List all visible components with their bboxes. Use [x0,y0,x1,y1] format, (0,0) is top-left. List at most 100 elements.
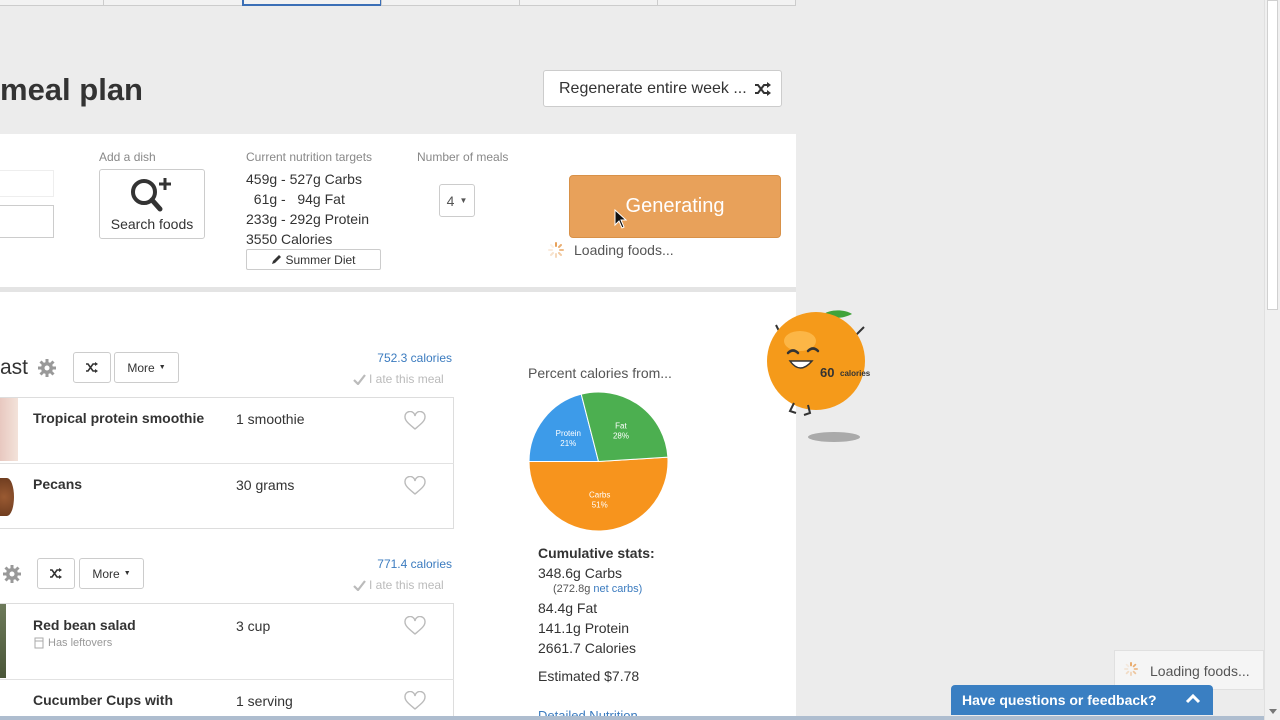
food-row[interactable]: Cucumber Cups with 1 serving [0,679,454,719]
spinner-icon [1124,662,1138,676]
tab-2[interactable] [103,0,243,6]
ate-meal-toggle[interactable]: I ate this meal [353,372,444,386]
pie-value-fat: 28% [613,432,629,441]
caret-down-icon: ▼ [459,196,468,205]
meal-title-breakfast: ast [0,356,29,379]
orange-mascot-icon: 60 calories [767,310,871,442]
page-scrollbar[interactable] [1264,0,1280,720]
more-label: More [127,360,155,375]
partial-field-1[interactable] [0,170,54,197]
generate-label: Generating [625,195,725,217]
top-tabs [0,0,796,7]
heart-icon[interactable] [404,616,426,636]
stat-fat: 84.4g Fat [538,600,598,616]
caret-down-icon: ▼ [123,570,131,577]
net-carbs-value: (272.8g [553,583,591,595]
more-dropdown[interactable]: More ▼ [79,558,144,589]
heart-icon[interactable] [404,411,426,431]
heart-icon[interactable] [404,476,426,496]
meals-count-select[interactable]: 4 ▼ [439,184,475,217]
chevron-up-icon [1185,693,1201,704]
add-dish-label: Add a dish [99,150,156,164]
toast-loading-text: Loading foods... [1150,663,1250,679]
mascot-calorie-unit: calories [840,369,871,378]
food-row[interactable]: Pecans 30 grams [0,463,454,529]
bottom-strip [0,716,1264,720]
loading-foods-text: Loading foods... [574,242,674,258]
check-icon [353,373,366,385]
mouse-cursor-icon [614,209,628,229]
feedback-widget[interactable]: Have questions or feedback? [951,685,1213,715]
shuffle-meal-button[interactable] [73,352,111,383]
meal-calories-link[interactable]: 771.4 calories [352,557,452,571]
regenerate-label: Regenerate entire week ... [559,79,747,97]
leftovers-note: Has leftovers [34,637,112,649]
net-carbs-link[interactable]: net carbs) [593,583,642,595]
food-row[interactable]: Tropical protein smoothie 1 smoothie [0,397,454,463]
partial-field-2[interactable] [0,205,54,238]
food-thumbnail [0,398,18,461]
gear-icon[interactable] [3,565,21,583]
food-name[interactable]: Cucumber Cups with [33,692,173,708]
diet-edit-button[interactable]: Summer Diet [246,249,381,270]
meals-count-value: 4 [446,192,455,209]
meals-count-label: Number of meals [417,150,509,164]
pie-label-protein: Protein [556,429,581,438]
spinner-icon [548,242,564,258]
ate-meal-toggle[interactable]: I ate this meal [353,578,444,592]
feedback-label: Have questions or feedback? [962,692,1157,708]
scroll-thumb[interactable] [1267,0,1278,310]
tab-6[interactable] [657,0,796,6]
targets-label: Current nutrition targets [246,150,373,164]
pie-value-protein: 21% [560,439,576,448]
tab-active[interactable] [242,0,382,6]
mascot-calorie-value: 60 [820,365,834,380]
food-name[interactable]: Red bean salad [33,617,136,633]
search-foods-button[interactable]: Search foods [99,169,205,239]
net-carbs-note: (272.8g net carbs) [553,583,642,595]
food-thumbnail [0,478,14,516]
target-fat: 61g - 94g Fat [246,191,345,207]
food-name[interactable]: Tropical protein smoothie [33,410,204,426]
cumulative-stats-heading: Cumulative stats: [538,545,655,561]
pencil-icon [272,255,282,264]
gear-icon[interactable] [38,359,56,377]
tab-4[interactable] [381,0,520,6]
leftovers-label: Has leftovers [48,637,113,649]
target-carbs: 459g - 527g Carbs [246,171,362,187]
page-title: meal plan [0,72,143,107]
stat-carbs: 348.6g Carbs [538,565,623,581]
tab-5[interactable] [519,0,658,6]
tab-1[interactable] [0,0,104,6]
heart-icon[interactable] [404,691,426,711]
meal-calories-link[interactable]: 752.3 calories [352,351,452,365]
search-foods-label: Search foods [110,216,194,232]
food-quantity[interactable]: 1 smoothie [236,411,304,427]
generate-button[interactable]: Generating [569,175,781,238]
container-icon [34,637,44,649]
estimated-cost: Estimated $7.78 [538,668,640,684]
ate-meal-label: I ate this meal [369,578,444,592]
target-protein: 233g - 292g Protein [246,211,369,227]
food-quantity[interactable]: 3 cup [236,618,270,634]
more-dropdown[interactable]: More ▼ [114,352,179,383]
food-quantity[interactable]: 1 serving [236,693,293,709]
shuffle-icon [85,362,98,373]
percent-calories-label: Percent calories from... [528,365,672,381]
food-row[interactable]: Red bean salad Has leftovers 3 cup [0,603,454,679]
scroll-down-arrow[interactable] [1269,709,1277,714]
loading-toast: Loading foods... [1114,650,1264,690]
macro-pie-chart: Carbs51% Protein21% Fat28% [528,391,669,532]
stat-protein: 141.1g Protein [538,620,630,636]
shuffle-meal-button[interactable] [37,558,75,589]
food-thumbnail [0,604,6,678]
shuffle-icon [49,568,62,579]
regenerate-week-button[interactable]: Regenerate entire week ... [543,70,782,107]
food-quantity[interactable]: 30 grams [236,477,294,493]
pie-label-fat: Fat [615,422,627,431]
diet-label: Summer Diet [285,252,356,267]
more-label: More [92,566,120,581]
target-calories: 3550 Calories [246,231,333,247]
search-plus-icon [131,178,171,212]
food-name[interactable]: Pecans [33,476,82,492]
